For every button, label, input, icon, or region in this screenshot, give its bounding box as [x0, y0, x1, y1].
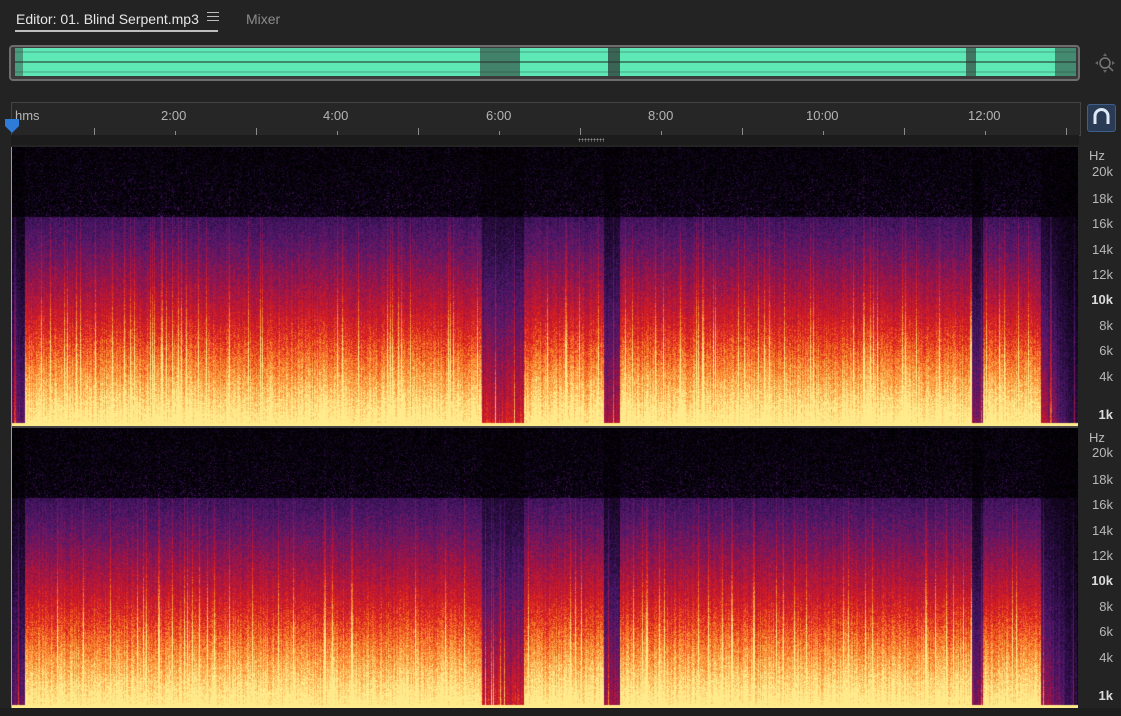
frequency-axis-right[interactable]: Hz 20k 18k 16k 14k 12k 10k 8k 6k 4k 1k: [1079, 428, 1121, 710]
frequency-unit-label: Hz: [1089, 148, 1105, 163]
frequency-label: 4k: [1099, 650, 1113, 665]
frequency-label: 4k: [1099, 369, 1113, 384]
snapping-toggle-button[interactable]: [1087, 104, 1116, 132]
frequency-label: 14k: [1092, 523, 1113, 538]
ruler-tick: [580, 128, 581, 135]
zoom-navigator-icon[interactable]: [1094, 52, 1116, 74]
tab-editor[interactable]: Editor: 01. Blind Serpent.mp3: [16, 10, 199, 30]
tab-mixer[interactable]: Mixer: [246, 10, 280, 30]
playhead-line: [11, 147, 12, 708]
frequency-label: 8k: [1099, 318, 1113, 333]
frequency-label: 18k: [1092, 191, 1113, 206]
frequency-label: 16k: [1092, 497, 1113, 512]
frequency-label: 10k: [1091, 292, 1113, 307]
frequency-unit-label: Hz: [1089, 430, 1105, 445]
grip-handle-icon[interactable]: [578, 138, 604, 142]
hamburger-menu-icon[interactable]: [207, 12, 219, 24]
frequency-label: 14k: [1092, 242, 1113, 257]
ruler-label: 2:00: [161, 108, 187, 123]
frequency-label: 12k: [1092, 267, 1113, 282]
frequency-label: 18k: [1092, 472, 1113, 487]
ruler-label: 6:00: [486, 108, 512, 123]
frequency-label: 16k: [1092, 216, 1113, 231]
ruler-tick: [904, 128, 905, 135]
frequency-label: 10k: [1091, 573, 1113, 588]
frequency-axis-left[interactable]: Hz 20k 18k 16k 14k 12k 10k 8k 6k 4k 1k: [1079, 145, 1121, 428]
panel-tab-bar: Editor: 01. Blind Serpent.mp3 Mixer: [0, 0, 1121, 38]
overview-viewport-frame[interactable]: [9, 45, 1080, 81]
ruler-tick: [256, 128, 257, 135]
spectrogram-channel-left[interactable]: [12, 147, 1078, 426]
frequency-label: 20k: [1092, 445, 1113, 460]
ruler-label: 10:00: [806, 108, 839, 123]
active-tab-indicator: [15, 30, 218, 32]
ruler-label: 12:00: [968, 108, 1001, 123]
overview-waveform[interactable]: [9, 45, 1080, 81]
ruler-tick: [742, 128, 743, 135]
resize-divider[interactable]: [11, 135, 1079, 145]
ruler-tick: [94, 128, 95, 135]
frequency-label: 20k: [1092, 164, 1113, 179]
frequency-label: 1k: [1098, 407, 1113, 422]
ruler-tick: [418, 128, 419, 135]
time-ruler[interactable]: hms 2:00 4:00 6:00 8:00 10:00 12:00: [11, 102, 1081, 136]
frequency-label: 1k: [1098, 688, 1113, 703]
frequency-label: 8k: [1099, 599, 1113, 614]
ruler-label: 8:00: [648, 108, 674, 123]
playhead-marker-icon[interactable]: [4, 118, 20, 134]
frequency-label: 6k: [1099, 624, 1113, 639]
snapping-magnet-icon: [1093, 108, 1110, 124]
ruler-tick: [1066, 128, 1067, 135]
spectrogram-channel-right[interactable]: [12, 428, 1078, 708]
frequency-label: 6k: [1099, 343, 1113, 358]
frequency-label: 12k: [1092, 548, 1113, 563]
ruler-label: 4:00: [323, 108, 349, 123]
bottom-edge: [0, 708, 1121, 716]
